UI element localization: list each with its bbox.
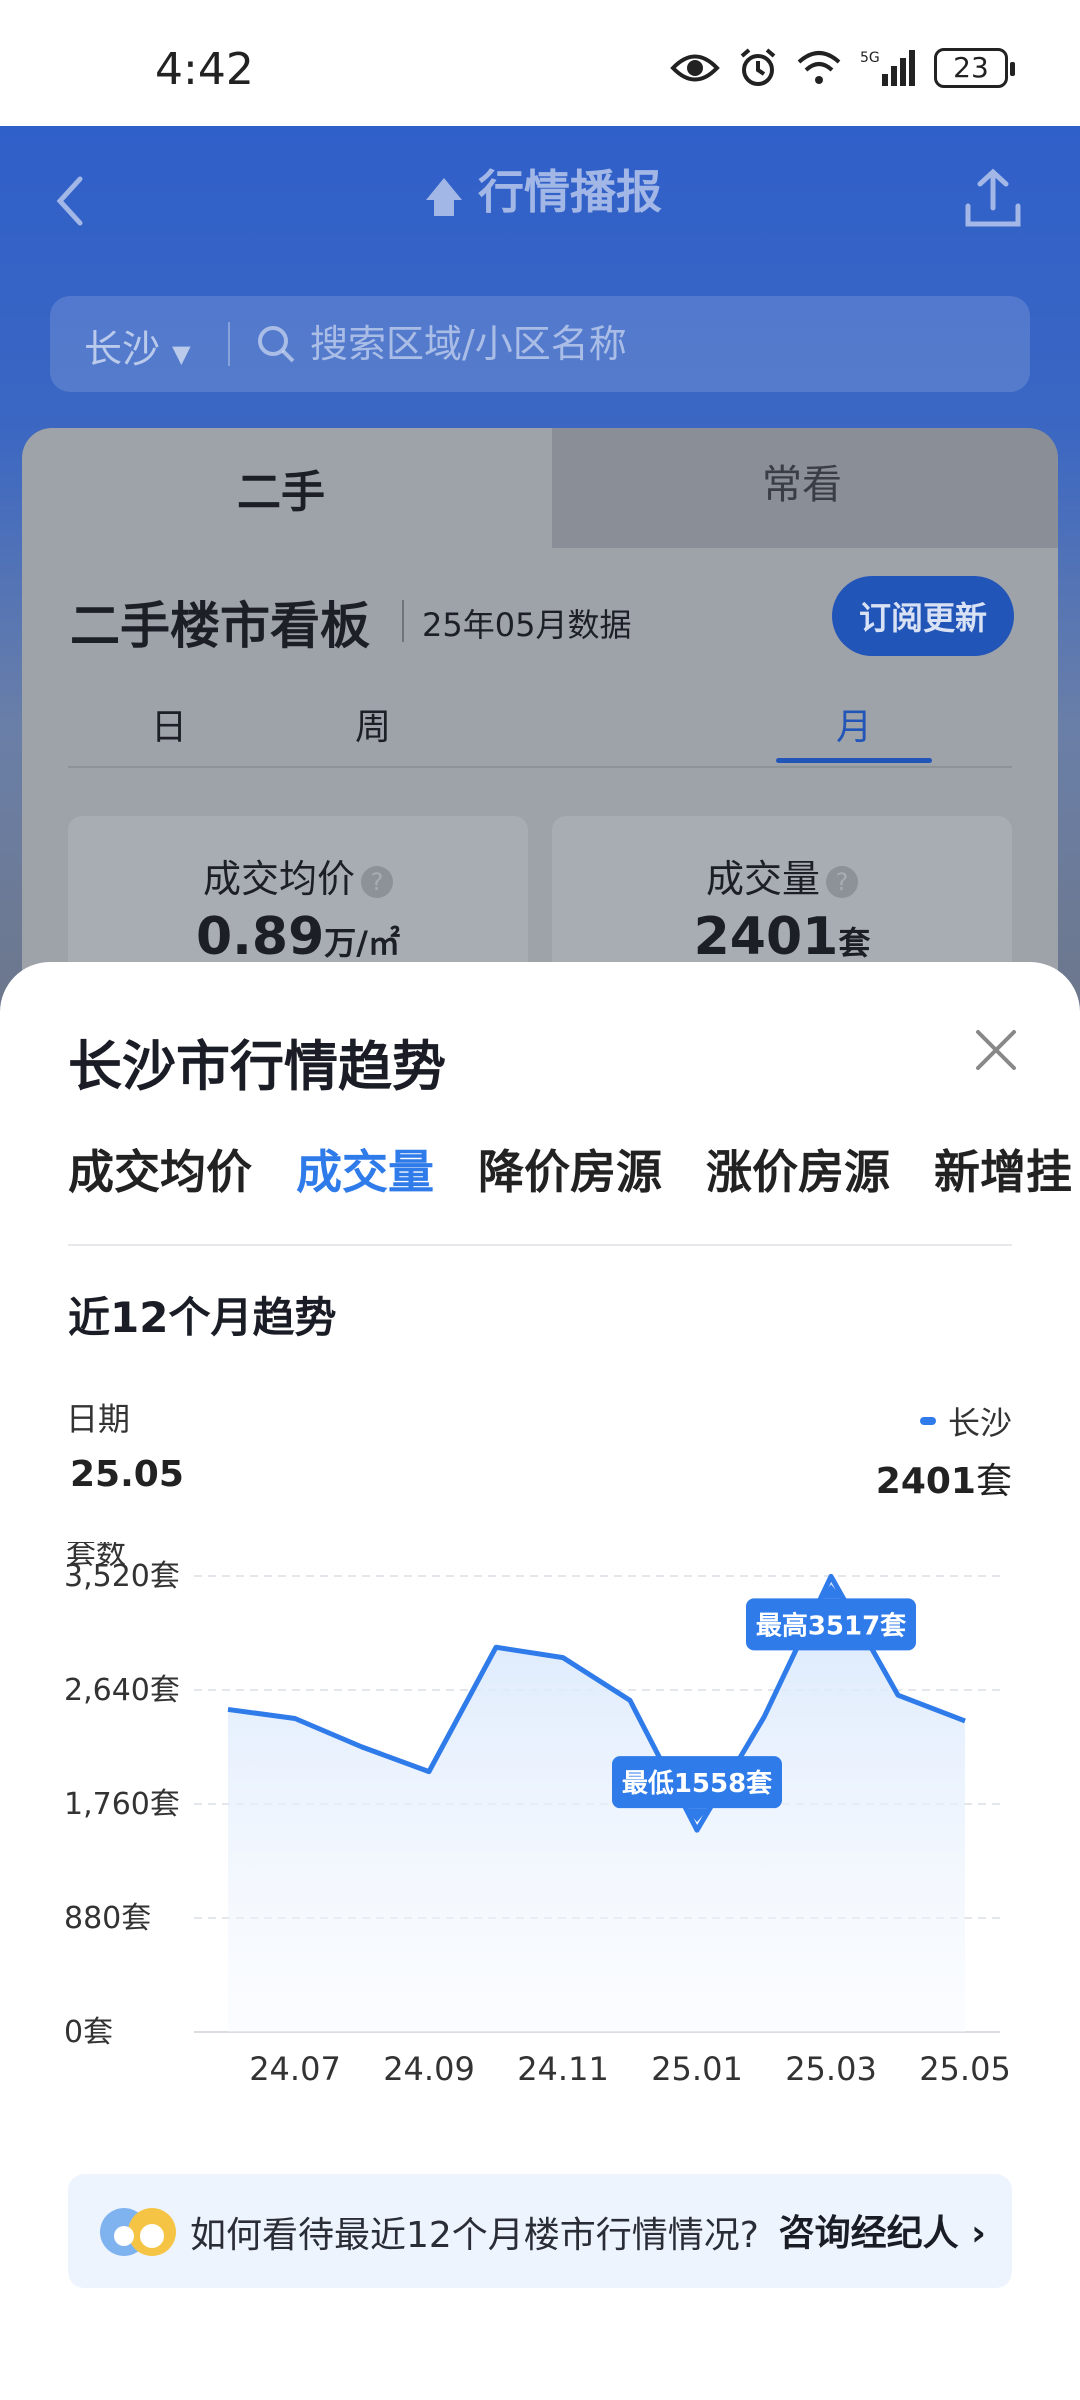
- stat-unit: 万/㎡: [324, 924, 400, 962]
- current-value: 2401套: [876, 1452, 1012, 1504]
- search-bar[interactable]: 长沙 ▼: [50, 296, 1030, 392]
- network-label: 5G: [860, 50, 880, 66]
- annotation-label: 最低1558套: [622, 1769, 773, 1799]
- trend-chart-svg: 套数3,520套2,640套1,760套880套0套24.07 24.09 24.1…: [64, 1542, 1011, 2088]
- top-nav: 行情播报: [0, 126, 1080, 296]
- agent-avatar-icon: [100, 2208, 176, 2256]
- share-icon[interactable]: [960, 166, 1026, 232]
- wifi-icon: [797, 51, 841, 84]
- metric-tab-volume[interactable]: 成交量: [296, 1136, 434, 1202]
- metric-tab-price-rise[interactable]: 涨价房源: [706, 1136, 890, 1202]
- tab-second-hand-label: 二手: [237, 467, 325, 518]
- help-icon[interactable]: ?: [826, 865, 858, 898]
- status-icons: 5G 23: [670, 48, 1015, 88]
- city-label: 长沙: [84, 327, 161, 371]
- metric-tab-new-listings[interactable]: 新增挂: [934, 1136, 1072, 1202]
- chevron-down-icon: ▼: [172, 340, 191, 368]
- y-tick-label: 0套: [64, 2015, 113, 2050]
- period-tab-month[interactable]: 月: [774, 698, 934, 750]
- consult-agent-link[interactable]: 咨询经纪人 ›: [779, 2204, 986, 2256]
- stat-label: 成交量: [705, 857, 820, 901]
- period-tab-week[interactable]: 周: [293, 698, 453, 750]
- trend-title: 近12个月趋势: [68, 1293, 337, 1342]
- help-icon[interactable]: ?: [361, 865, 393, 898]
- y-tick-label: 880套: [64, 1901, 151, 1936]
- x-tick-label: 24.09: [383, 2050, 475, 2088]
- active-period-indicator: [776, 758, 932, 763]
- annotation-label: 最高3517套: [756, 1610, 907, 1641]
- current-value-number: 2401: [875, 1461, 976, 1502]
- alarm-icon: [740, 48, 776, 86]
- y-tick-label: 1,760套: [64, 1787, 180, 1822]
- tab-frequent-label: 常看: [762, 462, 842, 508]
- date-label: 日期: [66, 1400, 131, 1438]
- eye-icon: [670, 54, 720, 82]
- battery-indicator: 23: [934, 48, 1015, 88]
- y-tick-label: 3,520套: [64, 1559, 180, 1594]
- current-value-unit: 套: [975, 1461, 1012, 1502]
- page-title-text: 行情播报: [478, 165, 662, 219]
- period-tabs-divider: [68, 766, 1012, 768]
- consult-question: 如何看待最近12个月楼市行情情况?: [190, 2215, 759, 2256]
- metric-tabs: 成交均价 成交量 降价房源 涨价房源 新增挂: [68, 1136, 1080, 1206]
- tab-frequent[interactable]: 常看: [622, 428, 1058, 538]
- tab-second-hand[interactable]: 二手: [22, 428, 552, 548]
- chevron-right-icon: ›: [971, 2213, 986, 2254]
- x-tick-label: 25.01: [651, 2050, 743, 2088]
- chart-legend: 长沙: [919, 1398, 1012, 1444]
- status-time: 4:42: [155, 44, 254, 95]
- max-annotation: 最高3517套: [746, 1584, 916, 1651]
- stat-value: 0.89: [195, 907, 325, 967]
- x-tick-label: 25.05: [919, 2050, 1011, 2088]
- city-selector[interactable]: 长沙 ▼: [84, 318, 191, 373]
- sheet-title: 长沙市行情趋势: [68, 1035, 446, 1098]
- x-tick-label: 25.03: [785, 2050, 877, 2088]
- metric-tab-avg-price[interactable]: 成交均价: [68, 1136, 252, 1202]
- x-tick-label: 24.11: [517, 2050, 609, 2088]
- consult-agent-label: 咨询经纪人: [778, 2213, 959, 2254]
- tabs-divider: [68, 1244, 1012, 1246]
- subscribe-button[interactable]: 订阅更新: [832, 576, 1014, 656]
- broadcast-logo-icon: [426, 177, 462, 216]
- y-tick-label: 2,640套: [64, 1673, 180, 1708]
- search-icon: [258, 326, 295, 363]
- signal-icon: 5G: [860, 50, 915, 86]
- search-divider: [228, 322, 230, 366]
- consult-banner[interactable]: 如何看待最近12个月楼市行情情况? 咨询经纪人 ›: [68, 2174, 1012, 2288]
- period-tab-day[interactable]: 日: [89, 698, 249, 750]
- board-title: 二手楼市看板: [70, 597, 370, 655]
- trend-chart[interactable]: 套数 3,520套 2,640套 1,760套 880套 0套 24.07 24.09 24.1…: [0, 1542, 1080, 2122]
- metric-tab-price-cut[interactable]: 降价房源: [478, 1136, 662, 1202]
- close-icon[interactable]: [968, 1022, 1024, 1078]
- status-bar: 4:42 5G 23: [0, 0, 1080, 126]
- x-tick-label: 24.07: [249, 2050, 341, 2088]
- stat-value: 2401: [693, 907, 839, 967]
- page-title: 行情播报: [0, 156, 1080, 222]
- legend-label: 长沙: [947, 1404, 1012, 1442]
- stat-label: 成交均价: [202, 857, 355, 901]
- legend-swatch: [919, 1417, 936, 1425]
- board-data-month: 25年05月数据: [422, 606, 632, 644]
- trend-bottom-sheet: 长沙市行情趋势 成交均价 成交量 降价房源 涨价房源 新增挂 近12个月趋势 日期 25…: [0, 962, 1080, 2400]
- stat-unit: 套: [838, 924, 871, 962]
- date-value: 25.05: [70, 1454, 184, 1495]
- search-input[interactable]: [310, 314, 910, 374]
- board-title-divider: [402, 600, 404, 642]
